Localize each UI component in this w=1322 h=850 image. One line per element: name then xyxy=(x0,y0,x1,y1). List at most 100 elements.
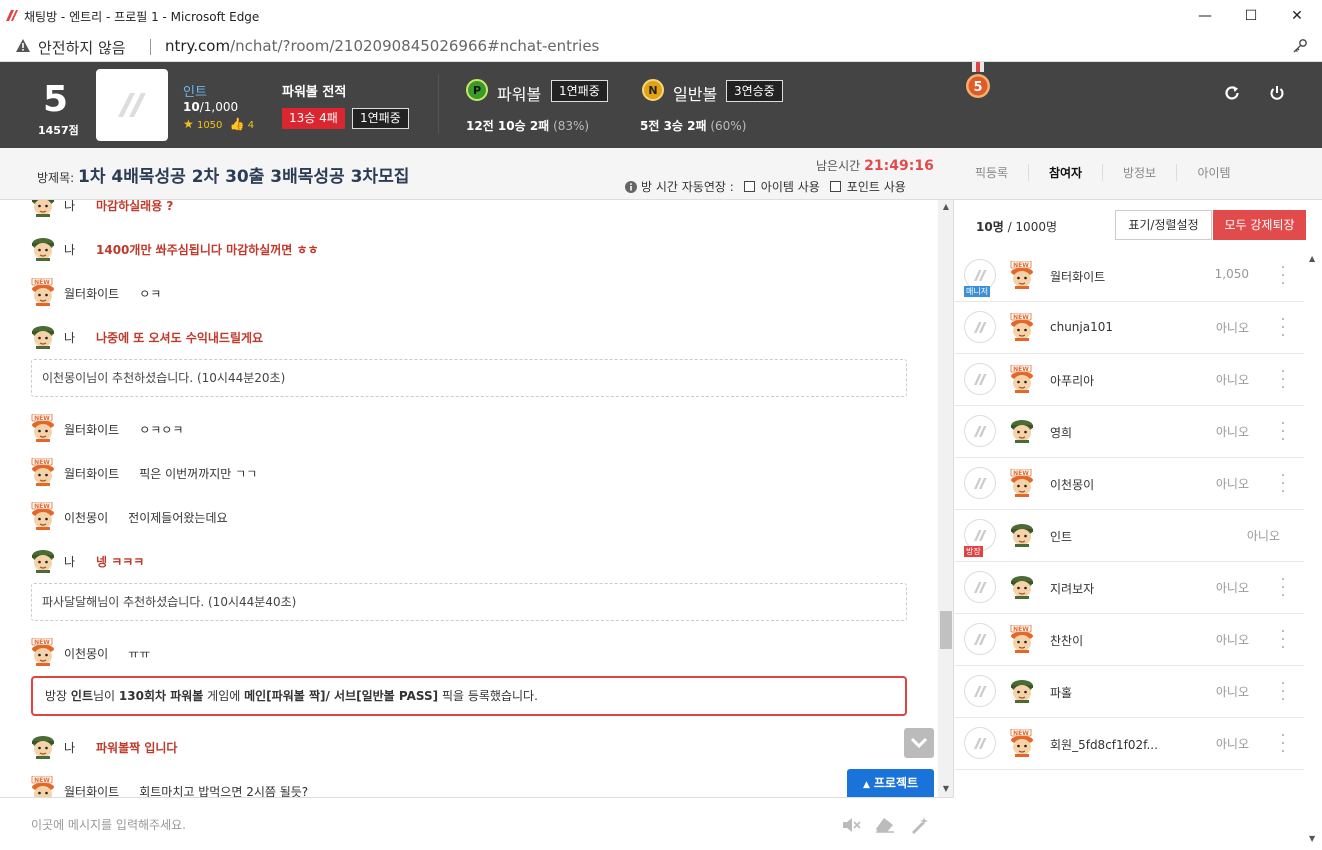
entry-logo-icon xyxy=(974,478,987,489)
participant-row[interactable]: NEW 아푸리아 아니오 · · · xyxy=(955,354,1304,406)
participant-name[interactable]: 아푸리아 xyxy=(1050,372,1094,389)
message-sender[interactable]: 월터화이트 xyxy=(64,421,119,438)
more-options-icon[interactable]: · · · xyxy=(1280,365,1286,395)
more-options-icon[interactable]: · · · xyxy=(1280,729,1286,759)
soldier-character-icon xyxy=(1009,417,1035,447)
minimize-button[interactable]: — xyxy=(1182,0,1228,31)
participant-name[interactable]: 이천몽이 xyxy=(1050,476,1094,493)
message-sender[interactable]: 나 xyxy=(64,553,96,570)
participant-row[interactable]: NEW 찬찬이 아니오 · · · xyxy=(955,614,1304,666)
point-use-checkbox[interactable] xyxy=(829,181,841,192)
participant-avatar[interactable] xyxy=(964,467,996,499)
more-options-icon[interactable]: · · · xyxy=(1280,417,1286,447)
scroll-down-icon[interactable]: ▼ xyxy=(938,782,953,796)
mute-button[interactable] xyxy=(841,815,861,835)
item-use-checkbox[interactable] xyxy=(743,181,755,192)
kick-all-button[interactable]: 모두 강제퇴장 xyxy=(1213,210,1306,240)
participant-row[interactable]: NEW 이천몽이 아니오 · · · xyxy=(955,458,1304,510)
tab-items[interactable]: 아이템 xyxy=(1177,164,1251,181)
participant-name[interactable]: 찬찬이 xyxy=(1050,632,1083,649)
message-sender[interactable]: 나 xyxy=(64,739,96,756)
power-button[interactable] xyxy=(1265,81,1289,105)
message-sender[interactable]: 이천몽이 xyxy=(64,645,108,662)
soldier-character-icon xyxy=(30,323,56,352)
message-text: ㅇㅋㅇㅋ xyxy=(139,422,184,437)
participant-value: 1,050 xyxy=(1214,267,1249,281)
security-status[interactable]: 안전하지 않음 xyxy=(38,37,126,58)
participant-row[interactable]: NEW chunja101 아니오 · · · xyxy=(955,302,1304,354)
room-title: 1차 4배목성공 2차 30출 3배목성공 3차모집 xyxy=(78,167,410,187)
entry-logo-icon xyxy=(974,634,987,645)
message-sender[interactable]: 월터화이트 xyxy=(64,285,119,302)
scroll-to-bottom-button[interactable] xyxy=(904,728,934,758)
participant-name[interactable]: 인트 xyxy=(1050,528,1072,545)
more-options-icon[interactable]: · · · xyxy=(1280,469,1286,499)
close-window-button[interactable]: ✕ xyxy=(1274,0,1320,31)
tab-participants[interactable]: 참여자 xyxy=(1029,164,1103,181)
more-options-icon[interactable]: · · · xyxy=(1280,677,1286,707)
participant-avatar[interactable] xyxy=(964,675,996,707)
tab-room-info[interactable]: 방정보 xyxy=(1103,164,1177,181)
participant-avatar[interactable] xyxy=(964,415,996,447)
participant-name[interactable]: 회원_5fd8cf1f02f... xyxy=(1050,736,1158,753)
new-character-icon: NEW xyxy=(1009,624,1035,657)
participant-avatar[interactable] xyxy=(964,363,996,395)
message-text: ㅇㅋ xyxy=(139,286,162,301)
warning-icon[interactable] xyxy=(15,38,31,54)
more-options-icon[interactable]: · · · xyxy=(1280,261,1286,291)
participant-name[interactable]: 영희 xyxy=(1050,424,1072,441)
key-icon[interactable] xyxy=(1292,38,1308,54)
project-button[interactable]: ▲ 프로젝트 xyxy=(847,769,934,797)
remaining-time-label: 남은시간 xyxy=(816,159,861,173)
participant-value: 아니오 xyxy=(1215,581,1249,595)
user-name[interactable]: 인트 xyxy=(183,81,207,100)
participant-row[interactable]: 매니저 NEW 월터화이트 1,050 · · · xyxy=(955,250,1304,302)
participant-name[interactable]: chunja101 xyxy=(1050,320,1113,334)
sort-settings-button[interactable]: 표기/정렬설정 xyxy=(1115,210,1212,240)
maximize-button[interactable]: ☐ xyxy=(1228,0,1274,31)
participant-row[interactable]: 방장 인트 아니오 xyxy=(955,510,1304,562)
participant-value: 아니오 xyxy=(1215,373,1249,387)
participant-avatar[interactable] xyxy=(964,623,996,655)
power-icon xyxy=(1270,86,1284,100)
avatar[interactable] xyxy=(96,69,168,141)
participant-row[interactable]: 영희 아니오 · · · xyxy=(955,406,1304,458)
url-field[interactable]: ntry.com/nchat/?room/2102090845026966#nc… xyxy=(165,37,599,55)
message-sender[interactable]: 나 xyxy=(64,329,96,346)
participant-name[interactable]: 파홀 xyxy=(1050,684,1072,701)
message-input-bar: 이곳에 메시지를 입력해주세요. xyxy=(0,797,954,850)
refresh-button[interactable] xyxy=(1220,81,1244,105)
tab-pick-register[interactable]: 픽등록 xyxy=(955,164,1029,181)
participant-name[interactable]: 월터화이트 xyxy=(1050,268,1105,285)
magic-button[interactable] xyxy=(909,815,929,835)
clear-button[interactable] xyxy=(875,815,895,835)
message-sender[interactable]: 이천몽이 xyxy=(64,509,108,526)
svg-text:NEW: NEW xyxy=(34,415,50,422)
participant-scrollbar[interactable]: ▲ ▼ xyxy=(1304,250,1322,850)
scroll-up-icon[interactable]: ▲ xyxy=(1309,254,1315,263)
participant-avatar[interactable] xyxy=(964,571,996,603)
level-progress-current: 10 xyxy=(183,100,200,114)
message-sender[interactable]: 나 xyxy=(64,200,96,214)
chat-message: NEW 월터화이트 픽은 이번꺼까지만 ㄱㄱ xyxy=(30,457,258,487)
participant-avatar[interactable] xyxy=(964,727,996,759)
participant-avatar[interactable] xyxy=(964,311,996,343)
message-sender[interactable]: 월터화이트 xyxy=(64,465,119,482)
participant-row[interactable]: NEW 회원_5fd8cf1f02f... 아니오 · · · xyxy=(955,718,1304,770)
more-options-icon[interactable]: · · · xyxy=(1280,573,1286,603)
chat-scrollbar-thumb[interactable] xyxy=(940,611,952,649)
participant-name[interactable]: 지려보자 xyxy=(1050,580,1094,597)
chat-scrollbar[interactable] xyxy=(938,200,953,797)
message-sender[interactable]: 월터화이트 xyxy=(64,783,119,798)
message-sender[interactable]: 나 xyxy=(64,241,96,258)
chat-message: NEW 월터화이트 회트마치고 밥먹으면 2시쯤 될듯? xyxy=(30,775,308,798)
message-input[interactable]: 이곳에 메시지를 입력해주세요. xyxy=(31,816,186,833)
participant-row[interactable]: 파홀 아니오 · · · xyxy=(955,666,1304,718)
message-text: 픽은 이번꺼까지만 ㄱㄱ xyxy=(139,466,258,481)
more-options-icon[interactable]: · · · xyxy=(1280,625,1286,655)
participant-row[interactable]: 지려보자 아니오 · · · xyxy=(955,562,1304,614)
info-icon[interactable] xyxy=(625,180,637,193)
scroll-up-icon[interactable]: ▲ xyxy=(938,200,953,214)
scroll-down-icon[interactable]: ▼ xyxy=(1309,834,1315,843)
more-options-icon[interactable]: · · · xyxy=(1280,313,1286,343)
